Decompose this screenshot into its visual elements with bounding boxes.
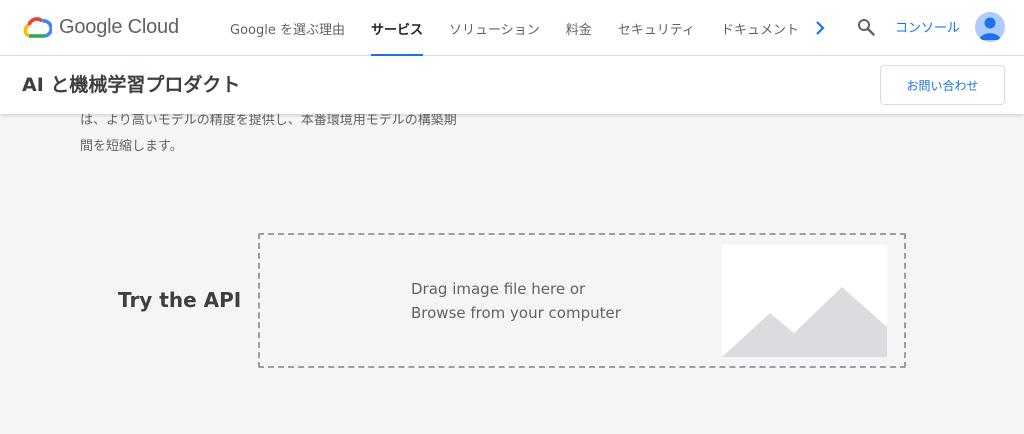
- account-icon[interactable]: [975, 12, 1005, 42]
- nav-link-security[interactable]: セキュリティ: [618, 0, 695, 56]
- search-icon[interactable]: [855, 16, 877, 38]
- nav-link-pricing[interactable]: 料金: [566, 0, 592, 56]
- google-cloud-logo[interactable]: Google Cloud: [22, 14, 179, 40]
- nav-link-services[interactable]: サービス: [370, 0, 424, 56]
- brand-name: Google Cloud: [59, 15, 179, 38]
- image-drop-zone[interactable]: Drag image file here or Browse from your…: [258, 233, 906, 368]
- image-placeholder-icon: [722, 245, 887, 357]
- nav-link-why-google[interactable]: Google を選ぶ理由: [230, 0, 345, 56]
- intro-paragraph: は、より高いモデルの精度を提供し、本番環境用モデルの構築期 間を短縮します。: [80, 108, 520, 160]
- paragraph-line: 間を短縮します。: [80, 139, 183, 154]
- page-title: AI と機械学習プロダクト: [22, 74, 241, 96]
- top-nav: Google Cloud Google を選ぶ理由 サービス ソリューション 料…: [0, 0, 1024, 56]
- product-subheader: AI と機械学習プロダクト お問い合わせ: [0, 56, 1024, 114]
- console-link[interactable]: コンソール: [895, 0, 960, 52]
- primary-nav: Google を選ぶ理由 サービス ソリューション 料金 セキュリティ ドキュメ…: [230, 0, 825, 56]
- drop-instruction-line[interactable]: Browse from your computer: [411, 301, 621, 325]
- drop-instruction-line: Drag image file here or: [411, 280, 586, 298]
- chevron-right-icon[interactable]: [810, 16, 830, 40]
- nav-link-solutions[interactable]: ソリューション: [449, 0, 540, 56]
- try-api-heading: Try the API: [118, 288, 242, 312]
- drop-instructions: Drag image file here or Browse from your…: [411, 277, 621, 325]
- contact-button[interactable]: お問い合わせ: [880, 65, 1005, 105]
- cloud-logo-icon: [23, 17, 52, 38]
- nav-link-documents[interactable]: ドキュメント: [721, 0, 799, 56]
